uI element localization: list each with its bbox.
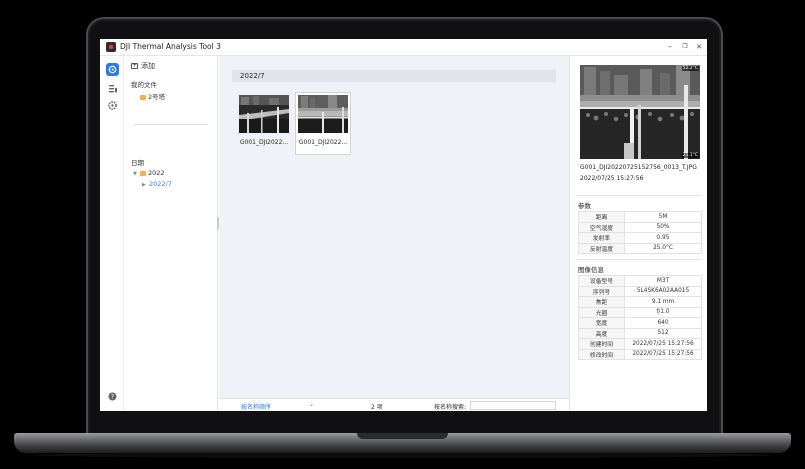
info-row: 焦距 9.1 mm — [578, 296, 702, 308]
info-key: 修改时间 — [578, 348, 625, 360]
status-bar: 按名称顺序 ⌄ 2 项 按名称搜索: — [219, 398, 569, 411]
info-row: 高度 512 — [578, 327, 702, 339]
thumbnail-caption: G001_DJI2022... — [239, 139, 289, 146]
folder-item-tower-2[interactable]: 2号塔 — [140, 91, 165, 101]
help-icon[interactable]: ? — [106, 390, 119, 403]
gallery-area: 2022/7 G001_DJI2022... G001_DJI2022... — [219, 56, 569, 398]
thermal-preview-image: 52.2°C 25.1°C — [580, 65, 700, 159]
info-key: 焦距 — [578, 296, 625, 308]
info-row: 光圈 f/1.0 — [578, 306, 702, 318]
thumbnail-card-selected[interactable]: G001_DJI2022... — [296, 93, 350, 154]
laptop-scene: DJI Thermal Analysis Tool 3 – ❐ ✕ ? +添加 — [0, 0, 805, 469]
info-key: 高度 — [578, 327, 625, 339]
param-key: 发射率 — [578, 232, 625, 244]
sort-dropdown[interactable]: 按名称顺序 — [241, 402, 271, 411]
param-value: 0.95 — [624, 232, 702, 244]
list-icon[interactable] — [106, 82, 119, 95]
search-input[interactable] — [470, 401, 556, 410]
search-label: 按名称搜索: — [434, 404, 467, 411]
section-divider — [576, 195, 702, 196]
year-label: 2022 — [148, 169, 165, 177]
chevron-down-icon[interactable]: ▼ — [133, 171, 140, 177]
date-label: 日期 — [131, 159, 144, 167]
date-group-header[interactable]: 2022/7 — [232, 70, 556, 82]
info-key: 序列号 — [578, 285, 625, 297]
info-value: f/1.0 — [624, 306, 702, 318]
thumbnail-caption: G001_DJI2022... — [298, 139, 348, 146]
add-button[interactable]: + 添加 — [131, 61, 155, 71]
info-row: 序列号 5L4SK6A02AA015 — [578, 285, 702, 297]
folder-panel: + 添加 我的文件 2号塔 日期 ▼ 2022 ▶ 2022/7 — [124, 56, 218, 411]
app-window: DJI Thermal Analysis Tool 3 – ❐ ✕ ? +添加 — [100, 39, 707, 411]
info-value: 2022/07/25 15:27:56 — [624, 338, 702, 350]
params-table: 距离 5M 空气湿度 50% 发射率 0.95 反射温度 25.0°C — [578, 211, 702, 254]
laptop-notch — [357, 433, 448, 439]
info-row: 创建时间 2022/07/25 15:27:56 — [578, 338, 702, 350]
param-key: 反射温度 — [578, 242, 625, 254]
folder-icon — [140, 170, 146, 176]
info-value: 512 — [624, 327, 702, 339]
file-datetime: 2022/07/25 15:27:56 — [580, 175, 644, 182]
settings-icon[interactable] — [106, 99, 119, 112]
params-title: 参数 — [578, 202, 591, 210]
window-title: DJI Thermal Analysis Tool 3 — [120, 42, 221, 51]
params-row: 空气湿度 50% — [578, 221, 702, 233]
info-value: 640 — [624, 317, 702, 329]
section-divider — [576, 259, 702, 260]
minimize-button[interactable]: – — [665, 42, 675, 52]
param-value: 5M — [624, 211, 702, 223]
params-row: 发射率 0.95 — [578, 232, 702, 244]
info-row: 宽度 640 — [578, 317, 702, 329]
thermal-thumbnail-image — [298, 95, 348, 133]
svg-text:?: ? — [111, 394, 114, 401]
tree-item-year[interactable]: ▼ 2022 — [133, 169, 165, 177]
detail-panel: 52.2°C 25.1°C G001_DJI20220725152756_001… — [569, 56, 707, 411]
info-row: 修改时间 2022/07/25 15:27:56 — [578, 348, 702, 360]
restore-button[interactable]: ❐ — [680, 42, 690, 52]
thumbnail-card[interactable]: G001_DJI2022... — [237, 93, 291, 154]
my-files-label: 我的文件 — [131, 81, 157, 89]
image-info-title: 图像信息 — [578, 266, 604, 274]
folder-item-label: 2号塔 — [148, 93, 166, 101]
icon-rail: ? — [100, 56, 124, 411]
add-icon: + — [131, 62, 138, 69]
max-temp-label: 52.2°C — [681, 66, 699, 71]
title-bar: DJI Thermal Analysis Tool 3 – ❐ ✕ — [100, 39, 707, 56]
info-row: 设备型号 M3T — [578, 275, 702, 287]
item-count: 2 项 — [371, 404, 383, 411]
info-key: 光圈 — [578, 306, 625, 318]
params-row: 距离 5M — [578, 211, 702, 223]
params-row: 反射温度 25.0°C — [578, 242, 702, 254]
image-library-icon[interactable] — [106, 63, 119, 76]
info-value: 9.1 mm — [624, 296, 702, 308]
thermal-thumbnail-image — [239, 95, 289, 133]
image-info-table: 设备型号 M3T 序列号 5L4SK6A02AA015 焦距 9.1 mm 光圈 f/1… — [578, 275, 702, 360]
info-value: 2022/07/25 15:27:56 — [624, 348, 702, 360]
info-key: 宽度 — [578, 317, 625, 329]
folder-icon — [140, 94, 146, 100]
info-value: M3T — [624, 275, 702, 287]
chevron-right-icon[interactable]: ▶ — [142, 182, 149, 188]
param-value: 25.0°C — [624, 242, 702, 254]
file-name: G001_DJI20220725152756_0013_T.JPG — [580, 164, 697, 171]
param-key: 空气湿度 — [578, 221, 625, 233]
param-key: 距离 — [578, 211, 625, 223]
min-temp-label: 25.1°C — [681, 153, 699, 158]
chevron-down-icon[interactable]: ⌄ — [309, 401, 314, 408]
app-logo-icon — [106, 42, 116, 52]
info-key: 设备型号 — [578, 275, 625, 287]
info-key: 创建时间 — [578, 338, 625, 350]
month-label: 2022/7 — [149, 180, 172, 188]
tree-item-month[interactable]: ▶ 2022/7 — [142, 180, 172, 188]
section-divider — [134, 124, 208, 125]
info-value: 5L4SK6A02AA015 — [624, 285, 702, 297]
close-button[interactable]: ✕ — [694, 42, 704, 52]
param-value: 50% — [624, 221, 702, 233]
add-label: 添加 — [141, 62, 155, 70]
